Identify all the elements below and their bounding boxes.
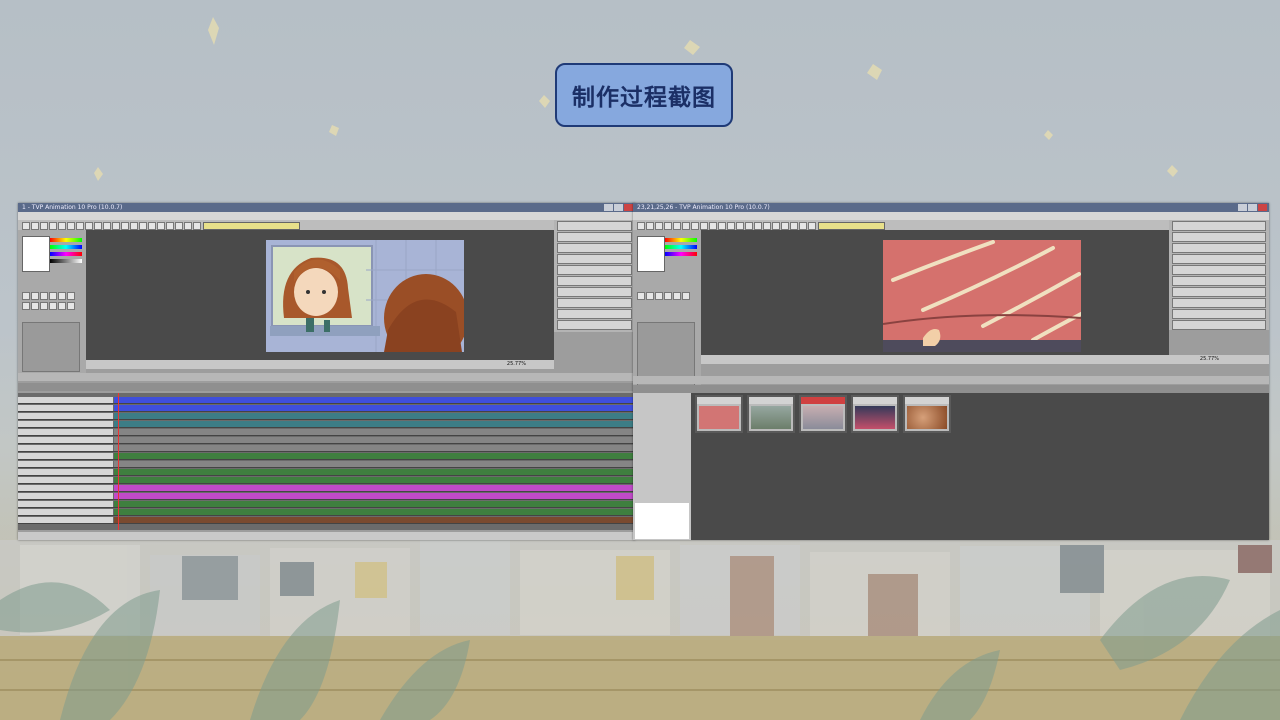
zoom-readout: 25.77% [506,361,526,367]
clip-thumbnail[interactable] [903,395,951,433]
layer-tools-panel[interactable] [554,220,635,332]
clip-info-panel [633,393,691,540]
slide-title: 制作过程截图 [555,63,733,127]
tvp-window-right: 23,21,25,26 - TVP Animation 10 Pro (10.0… [633,203,1269,540]
clip-thumbnail[interactable] [851,395,899,433]
drawing-canvas[interactable] [86,230,554,360]
close-icon[interactable] [1258,204,1267,211]
layer-tools-panel[interactable] [1169,220,1269,330]
frame-status-bar [633,376,1269,384]
playback-controls[interactable]: 25.77% [701,355,1269,364]
menu-bar[interactable] [18,212,635,220]
preset-dropdown[interactable] [818,222,885,230]
toolbar[interactable] [18,220,635,230]
clip-thumbnail[interactable] [695,395,743,433]
frame-status-bar [18,373,635,381]
animation-frame-wall-closeup [883,240,1081,352]
tvp-window-left: 1 - TVP Animation 10 Pro (10.0.7) 25.77% [18,203,635,540]
window-title: 1 - TVP Animation 10 Pro (10.0.7) [22,204,123,211]
window-title: 23,21,25,26 - TVP Animation 10 Pro (10.0… [637,204,770,211]
timeline-header[interactable] [18,383,635,391]
zoom-readout: 25.77% [1199,356,1219,362]
minimize-icon[interactable] [1238,204,1247,211]
project-tabs[interactable] [633,385,1269,393]
window-title-bar: 23,21,25,26 - TVP Animation 10 Pro (10.0… [633,203,1269,212]
timeline-tracks[interactable] [18,393,635,530]
tool-panel[interactable] [18,230,86,380]
playback-controls[interactable]: 25.77% [86,360,554,369]
close-icon[interactable] [624,204,633,211]
maximize-icon[interactable] [1248,204,1257,211]
clip-thumbnail[interactable] [799,395,847,433]
minimize-icon[interactable] [604,204,613,211]
clip-thumbnail[interactable] [747,395,795,433]
drawing-canvas[interactable] [701,230,1169,355]
animation-frame-girl-mirror [266,240,464,352]
menu-bar[interactable] [633,212,1269,220]
preset-dropdown[interactable] [203,222,300,230]
window-title-bar: 1 - TVP Animation 10 Pro (10.0.7) [18,203,635,212]
bottom-status-bar [18,532,635,540]
maximize-icon[interactable] [614,204,623,211]
